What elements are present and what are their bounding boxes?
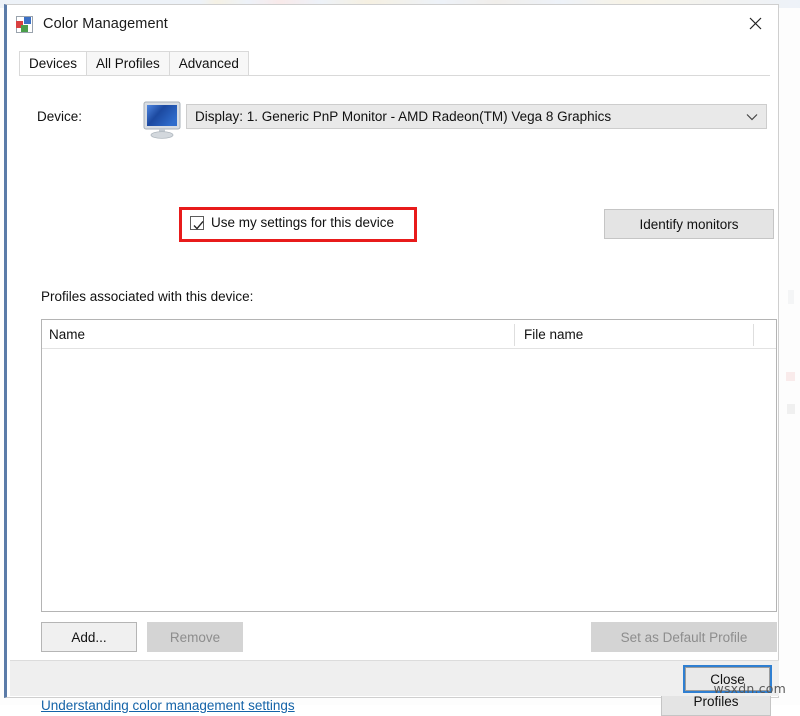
dialog-footer-bar: Close (10, 660, 779, 696)
tab-all-profiles[interactable]: All Profiles (86, 51, 170, 75)
tab-advanced-label: Advanced (179, 56, 239, 71)
remove-profile-label: Remove (170, 630, 220, 645)
tab-advanced[interactable]: Advanced (169, 51, 249, 75)
background-speck (788, 290, 794, 304)
identify-monitors-label: Identify monitors (639, 217, 738, 232)
use-my-settings-label: Use my settings for this device (211, 215, 394, 230)
profiles-row-list (42, 349, 776, 611)
set-as-default-profile-label: Set as Default Profile (621, 630, 748, 645)
device-label: Device: (37, 109, 82, 124)
column-header-file-name[interactable]: File name (524, 320, 583, 348)
background-speck (787, 404, 795, 414)
chevron-down-icon (746, 105, 758, 128)
device-row: Device: (37, 100, 767, 140)
device-select[interactable]: Display: 1. Generic PnP Monitor - AMD Ra… (186, 104, 767, 129)
monitor-icon (141, 100, 185, 140)
add-profile-button[interactable]: Add... (41, 622, 137, 652)
check-icon (193, 218, 204, 236)
title-bar: Color Management (7, 5, 778, 43)
close-button-label: Close (710, 672, 745, 687)
column-header-name-label: Name (49, 327, 85, 342)
remove-profile-button: Remove (147, 622, 243, 652)
tab-devices[interactable]: Devices (19, 51, 87, 75)
window-title: Color Management (43, 16, 168, 32)
column-divider[interactable] (514, 324, 515, 346)
column-header-name[interactable]: Name (49, 320, 85, 348)
tab-all-profiles-label: All Profiles (96, 56, 160, 71)
background-speck (786, 372, 795, 381)
column-divider[interactable] (753, 324, 754, 346)
tab-devices-label: Devices (29, 56, 77, 71)
use-my-settings-checkbox-row[interactable]: Use my settings for this device (190, 215, 394, 230)
color-management-dialog: Color Management Devices All Profiles Ad… (4, 4, 779, 698)
device-select-value: Display: 1. Generic PnP Monitor - AMD Ra… (195, 109, 611, 124)
close-button[interactable]: Close (685, 667, 770, 691)
understanding-color-management-link[interactable]: Understanding color management settings (41, 698, 295, 713)
set-as-default-profile-button: Set as Default Profile (591, 622, 777, 652)
close-x-icon[interactable] (732, 5, 778, 42)
profiles-column-header: Name File name (42, 320, 776, 349)
tab-strip: Devices All Profiles Advanced (19, 51, 778, 75)
profiles-listbox[interactable]: Name File name (41, 319, 777, 612)
add-profile-label: Add... (71, 630, 106, 645)
identify-monitors-button[interactable]: Identify monitors (604, 209, 774, 239)
column-header-file-name-label: File name (524, 327, 583, 342)
color-management-icon (16, 16, 33, 33)
profiles-caption: Profiles associated with this device: (41, 289, 253, 304)
devices-tab-panel: Device: (7, 76, 777, 656)
use-my-settings-checkbox[interactable] (190, 216, 204, 230)
